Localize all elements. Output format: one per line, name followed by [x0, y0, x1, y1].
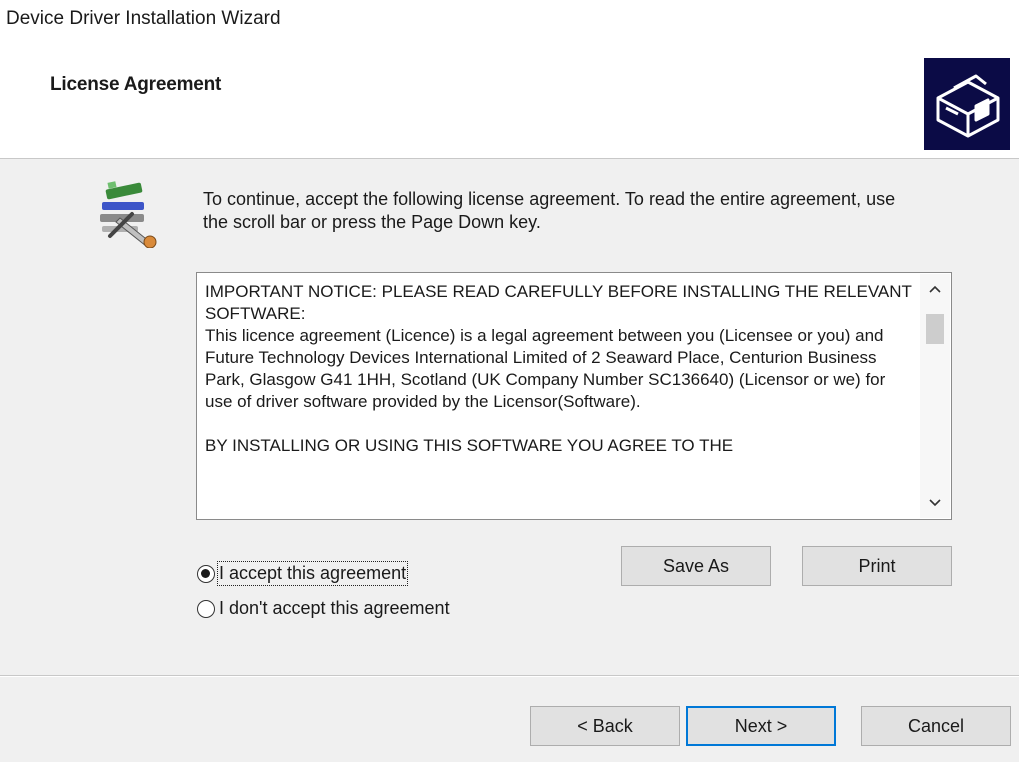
install-wizard-icon	[924, 58, 1010, 150]
accept-label: I accept this agreement	[216, 561, 409, 586]
chevron-down-icon	[929, 499, 941, 507]
chevron-up-icon	[929, 285, 941, 293]
license-scrollbar[interactable]	[920, 274, 950, 518]
scroll-down-button[interactable]	[920, 492, 950, 514]
footer-separator-highlight	[0, 676, 1019, 677]
back-button[interactable]: < Back	[530, 706, 680, 746]
decline-radio[interactable]	[197, 599, 215, 618]
cancel-button[interactable]: Cancel	[861, 706, 1011, 746]
print-button[interactable]: Print	[802, 546, 952, 586]
license-textbox[interactable]: IMPORTANT NOTICE: PLEASE READ CAREFULLY …	[196, 272, 952, 520]
next-button[interactable]: Next >	[686, 706, 836, 746]
scroll-thumb[interactable]	[926, 314, 944, 344]
setup-tools-icon	[100, 181, 157, 248]
intro-text: To continue, accept the following licens…	[203, 189, 896, 232]
accept-radio[interactable]	[197, 564, 215, 583]
accept-option[interactable]: I accept this agreement	[197, 561, 409, 586]
wizard-header: License Agreement	[0, 48, 1019, 159]
title-bar: Device Driver Installation Wizard	[0, 0, 1019, 48]
window-title: Device Driver Installation Wizard	[6, 8, 281, 29]
decline-option[interactable]: I don't accept this agreement	[197, 598, 450, 619]
license-text: IMPORTANT NOTICE: PLEASE READ CAREFULLY …	[205, 282, 912, 455]
scroll-up-button[interactable]	[920, 278, 950, 300]
decline-label: I don't accept this agreement	[219, 598, 450, 618]
save-as-button[interactable]: Save As	[621, 546, 771, 586]
page-title: License Agreement	[50, 74, 222, 95]
